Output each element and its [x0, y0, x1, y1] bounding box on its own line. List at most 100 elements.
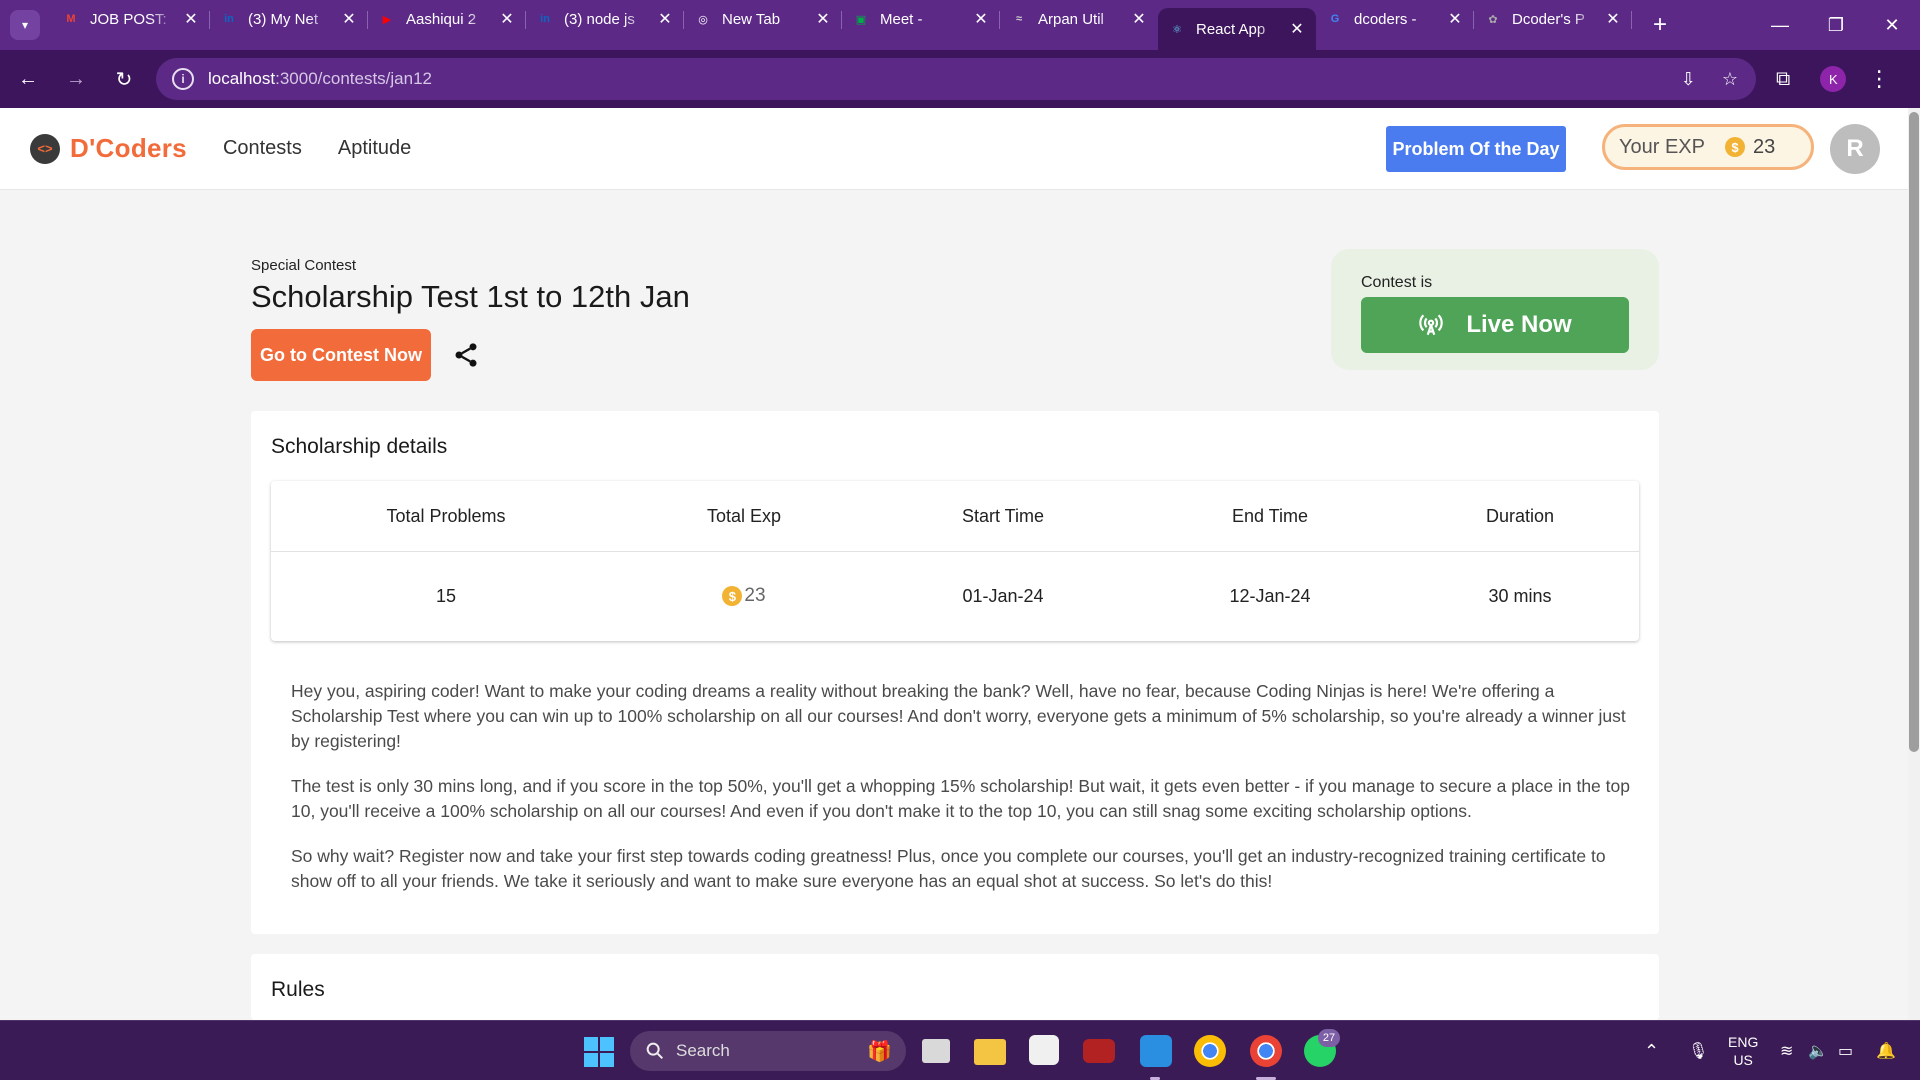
lang-top: ENG — [1728, 1034, 1759, 1050]
tab-close-icon[interactable]: ✕ — [340, 9, 358, 29]
browser-tab[interactable]: ▶ Aashiqui 2 ✕ — [368, 0, 526, 38]
browser-tab[interactable]: ▣ Meet - ✕ — [842, 0, 1000, 38]
nav-link-aptitude[interactable]: Aptitude — [338, 137, 411, 160]
cell-start-time: 01-Jan-24 — [962, 585, 1044, 606]
cell-duration: 30 mins — [1488, 585, 1552, 606]
contest-status-label: Contest is — [1361, 274, 1433, 291]
exp-label: Your EXP — [1619, 135, 1705, 158]
reload-icon[interactable]: ↻ — [104, 59, 144, 99]
page-scrollbar-thumb[interactable] — [1909, 112, 1919, 752]
logo-icon[interactable]: <> — [30, 133, 60, 164]
contest-eyebrow: Special Contest — [251, 257, 357, 274]
tab-close-icon[interactable]: ✕ — [1288, 19, 1306, 39]
col-duration: Duration — [1485, 505, 1555, 526]
tab-search-button[interactable]: ▾ — [10, 10, 40, 40]
taskbar-search[interactable]: Search 🎁 — [630, 1031, 906, 1071]
browser-tab[interactable]: ◎ New Tab ✕ — [684, 0, 842, 38]
browser-tab[interactable]: ⚛ React App ✕ — [1158, 8, 1316, 50]
rules-heading: Rules — [271, 978, 325, 1001]
tray-chevron-icon[interactable]: ⌃ — [1644, 1021, 1659, 1080]
browser-tab[interactable]: in (3) node js ✕ — [526, 0, 684, 38]
microphone-icon[interactable]: 🎙 — [1688, 1021, 1708, 1080]
battery-icon[interactable]: ▭ — [1838, 1021, 1853, 1080]
coin-icon: $ — [1725, 137, 1745, 157]
browser-tab[interactable]: in (3) My Net ✕ — [210, 0, 368, 38]
col-start-time: Start Time — [961, 505, 1045, 526]
nav-link-contests[interactable]: Contests — [223, 137, 302, 160]
logo-text[interactable]: D'Coders — [70, 133, 187, 164]
broadcast-icon — [1419, 314, 1444, 336]
app-icon[interactable] — [1083, 1039, 1115, 1063]
contest-title: Scholarship Test 1st to 12th Jan — [251, 279, 690, 314]
chrome-profile-icon[interactable] — [1250, 1035, 1282, 1067]
browser-tab[interactable]: ✿ Dcoder's P ✕ — [1474, 0, 1632, 38]
language-indicator[interactable]: ENG US — [1728, 1033, 1758, 1069]
browser-tab[interactable]: M JOB POST: ✕ — [52, 0, 210, 38]
tab-title: dcoders - — [1354, 10, 1417, 28]
site-info-icon[interactable]: i — [172, 68, 194, 90]
live-now-button[interactable]: Live Now — [1361, 297, 1629, 353]
install-app-icon[interactable]: ⇩ — [1681, 69, 1696, 90]
browser-menu-icon[interactable]: ⋮ — [1868, 66, 1890, 92]
close-window-icon[interactable]: ✕ — [1864, 15, 1920, 36]
tab-close-icon[interactable]: ✕ — [1446, 9, 1464, 29]
details-heading: Scholarship details — [271, 435, 448, 458]
tab-title: (3) My Net — [248, 10, 319, 28]
store-icon[interactable] — [1029, 1035, 1059, 1065]
tab-close-icon[interactable]: ✕ — [498, 9, 516, 29]
bookmark-star-icon[interactable]: ☆ — [1722, 69, 1738, 90]
tab-close-icon[interactable]: ✕ — [1604, 9, 1622, 29]
chrome-icon[interactable] — [1194, 1035, 1226, 1067]
tab-close-icon[interactable]: ✕ — [814, 9, 832, 29]
url-path: :3000/contests/jan12 — [275, 69, 433, 88]
tab-title: Meet - — [880, 10, 923, 28]
cell-total-problems: 15 — [435, 585, 457, 606]
address-bar-row: ← → ↻ i localhost:3000/contests/jan12 ⇩ … — [0, 50, 1920, 108]
browser-profile-avatar[interactable]: K — [1820, 66, 1847, 92]
browser-tab[interactable]: Gdcoders - ✕ — [1316, 0, 1474, 38]
description-paragraph: Hey you, aspiring coder! Want to make yo… — [291, 681, 1626, 751]
react-icon: ⚛ — [1172, 23, 1182, 36]
volume-icon[interactable]: 🔈 — [1808, 1021, 1828, 1080]
browser-tab[interactable]: ≈ Arpan Util ✕ — [1000, 0, 1158, 38]
windows-start-icon[interactable] — [584, 1037, 614, 1067]
taskbar-search-label: Search — [676, 1041, 730, 1060]
vscode-icon[interactable] — [1140, 1035, 1172, 1067]
site-icon: ✿ — [1488, 13, 1498, 26]
user-avatar[interactable]: R — [1830, 124, 1880, 174]
table-row: 15 $ 23 01-Jan-24 12-Jan-24 30 mins — [271, 552, 1639, 640]
forward-icon[interactable]: → — [56, 59, 96, 99]
back-icon[interactable]: ← — [8, 59, 48, 99]
notification-bell-icon[interactable]: 🔔 — [1876, 1021, 1896, 1080]
cell-end-time: 12-Jan-24 — [1229, 585, 1311, 606]
task-view-icon[interactable] — [922, 1039, 950, 1063]
exp-cell-value: 23 — [744, 585, 766, 606]
site-icon: ≈ — [1015, 13, 1023, 25]
tab-title: Dcoder's P — [1512, 10, 1585, 28]
tab-title: Arpan Util — [1038, 10, 1104, 28]
share-icon[interactable] — [452, 341, 480, 369]
file-explorer-icon[interactable] — [974, 1039, 1006, 1065]
search-highlight-icon: 🎁 — [867, 1040, 892, 1063]
tab-close-icon[interactable]: ✕ — [972, 9, 990, 29]
table-header-row: Total Problems Total Exp Start Time End … — [271, 481, 1639, 552]
extensions-icon[interactable]: ⧉ — [1776, 68, 1790, 91]
go-to-contest-button[interactable]: Go to Contest Now — [251, 329, 431, 381]
problem-of-the-day-button[interactable]: Problem Of the Day — [1386, 126, 1566, 172]
tab-close-icon[interactable]: ✕ — [1130, 9, 1148, 29]
tab-title: JOB POST: — [90, 10, 167, 28]
linkedin-icon: in — [224, 13, 234, 25]
meet-icon: ▣ — [855, 13, 867, 26]
tab-title: New Tab — [722, 10, 781, 28]
description-paragraph: So why wait? Register now and take your … — [291, 846, 1606, 891]
live-now-label: Live Now — [1466, 311, 1572, 338]
url-input[interactable]: i localhost:3000/contests/jan12 ⇩ ☆ — [156, 58, 1756, 100]
tab-close-icon[interactable]: ✕ — [182, 9, 200, 29]
description-paragraph: The test is only 30 mins long, and if yo… — [291, 776, 1630, 821]
new-tab-button[interactable]: + — [1646, 11, 1674, 39]
tab-close-icon[interactable]: ✕ — [656, 9, 674, 29]
minimize-icon[interactable]: — — [1752, 15, 1808, 36]
restore-icon[interactable]: ❐ — [1808, 15, 1864, 36]
app-header: <> D'Coders Contests Aptitude Problem Of… — [0, 108, 1908, 190]
wifi-icon[interactable]: ≋ — [1780, 1021, 1793, 1080]
